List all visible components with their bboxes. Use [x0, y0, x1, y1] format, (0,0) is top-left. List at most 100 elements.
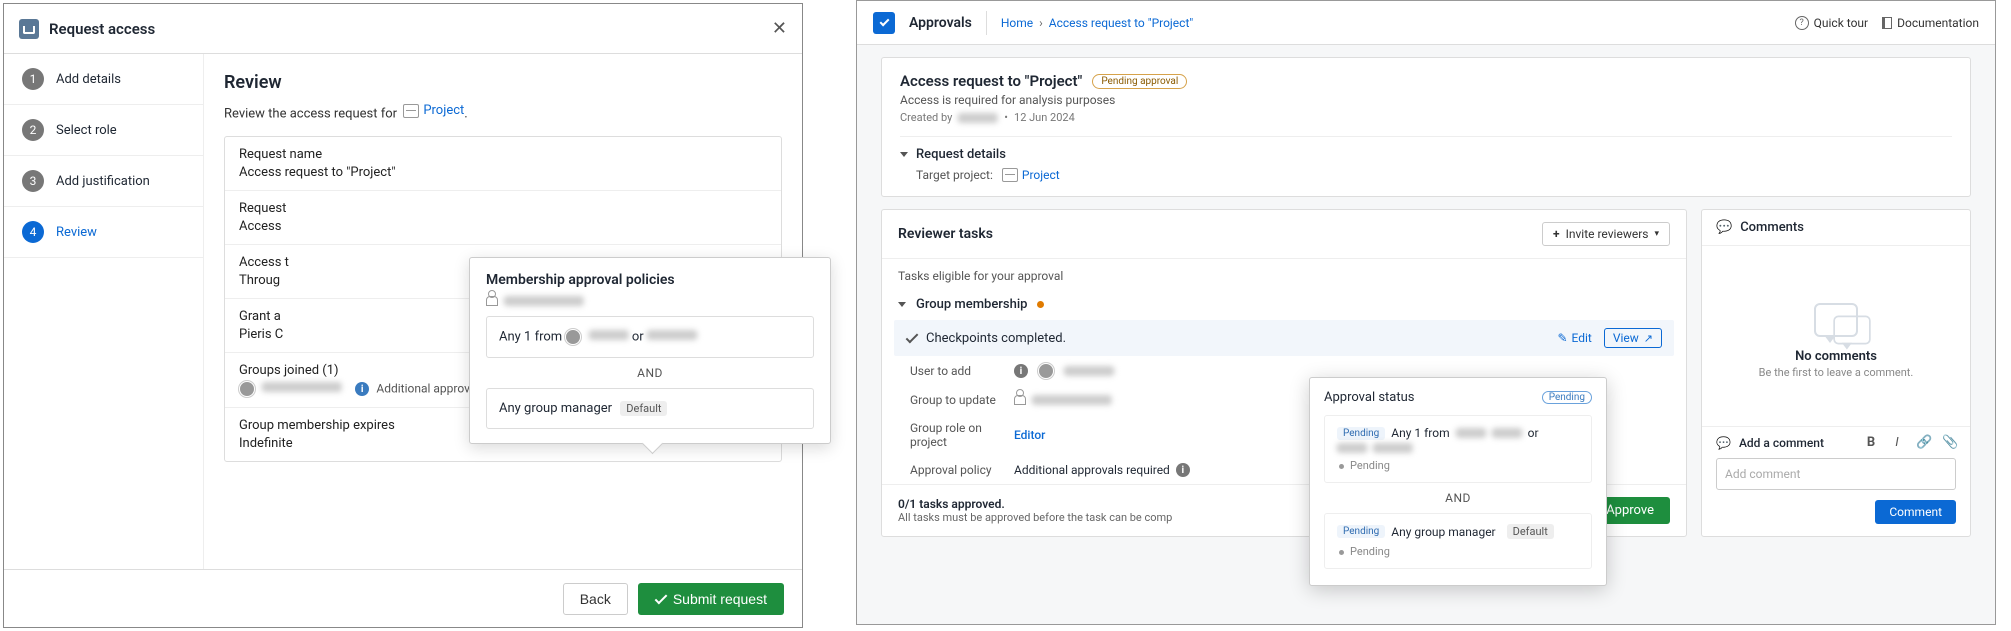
pending-tag: Pending: [1337, 525, 1385, 538]
comment-button[interactable]: Comment: [1875, 500, 1956, 524]
status-dot-icon: [1037, 301, 1044, 308]
invite-reviewers-button[interactable]: + Invite reviewers ▾: [1542, 222, 1670, 246]
dialog-title: Request access: [49, 20, 155, 38]
lock-icon: [19, 19, 39, 39]
popover-title: Membership approval policies: [486, 272, 814, 288]
approvals-app: Approvals Home › Access request to "Proj…: [856, 0, 1996, 625]
target-project-link[interactable]: Project: [1022, 168, 1060, 182]
italic-icon[interactable]: I: [1890, 435, 1904, 450]
approval-status-popover: Approval status Pending Pending Any 1 fr…: [1309, 377, 1607, 586]
avatar: [1038, 363, 1054, 379]
project-icon: [403, 104, 419, 118]
avatar: [565, 329, 581, 345]
comments-panel: 💬 Comments No comments Be the first to l…: [1701, 209, 1971, 537]
redacted-text: [1456, 428, 1486, 438]
comment-icon: 💬: [1716, 220, 1732, 235]
wizard-steps: 1 Add details 2 Select role 3 Add justif…: [4, 54, 204, 569]
comment-input[interactable]: Add comment: [1716, 458, 1956, 490]
step-label: Select role: [56, 123, 117, 138]
people-icon: [1014, 395, 1026, 405]
pending-label: Pending: [1350, 459, 1390, 472]
no-comments-label: No comments: [1795, 349, 1877, 364]
reviewer-tasks-heading: Reviewer tasks: [898, 226, 993, 242]
link-icon[interactable]: 🔗: [1916, 435, 1930, 450]
plus-icon: +: [1553, 227, 1560, 241]
step-add-justification[interactable]: 3 Add justification: [4, 156, 203, 207]
popover-group-link[interactable]: [486, 296, 814, 306]
project-chip[interactable]: Project: [403, 103, 464, 118]
project-link[interactable]: Project: [423, 103, 464, 118]
breadcrumb: Home › Access request to "Project": [1001, 16, 1193, 30]
people-icon: [486, 296, 498, 306]
back-button[interactable]: Back: [563, 583, 628, 615]
chevron-down-icon: ▾: [1654, 229, 1659, 239]
request-subtitle: Access is required for analysis purposes: [900, 93, 1952, 107]
approved-count: 0/1 tasks approved.: [898, 497, 1172, 511]
step-add-details[interactable]: 1 Add details: [4, 54, 203, 105]
request-details-toggle[interactable]: Request details: [900, 136, 1952, 162]
breadcrumb-page[interactable]: Access request to "Project": [1049, 16, 1193, 30]
app-title: Approvals: [909, 15, 972, 31]
info-icon[interactable]: i: [355, 382, 369, 396]
step-label: Add details: [56, 72, 121, 87]
quick-tour-link[interactable]: ? Quick tour: [1795, 16, 1868, 30]
step-label: Review: [56, 225, 97, 240]
dialog-header: Request access ✕: [4, 4, 802, 54]
redacted-text: [1032, 395, 1112, 405]
submit-request-button[interactable]: Submit request: [638, 583, 784, 615]
redacted-text: [1337, 443, 1367, 453]
default-tag: Default: [1507, 524, 1554, 539]
editor-role-link[interactable]: Editor: [1014, 428, 1045, 442]
breadcrumb-home[interactable]: Home: [1001, 16, 1033, 30]
review-heading: Review: [224, 72, 782, 93]
redacted-text: [1492, 428, 1522, 438]
page-title: Access request to "Project": [900, 72, 1082, 90]
close-icon[interactable]: ✕: [772, 18, 787, 39]
app-header: Approvals Home › Access request to "Proj…: [857, 1, 1995, 45]
redacted-text: [958, 113, 998, 123]
documentation-link[interactable]: Documentation: [1882, 16, 1979, 30]
request-meta: Created by • 12 Jun 2024: [900, 111, 1952, 124]
attachment-icon[interactable]: 📎: [1942, 435, 1956, 450]
approval-status-title: Approval status: [1324, 390, 1415, 405]
created-date: 12 Jun 2024: [1014, 111, 1075, 124]
info-icon[interactable]: i: [1014, 364, 1028, 378]
info-icon[interactable]: i: [1176, 463, 1190, 477]
chevron-down-icon: [898, 302, 906, 307]
step-label: Add justification: [56, 174, 150, 189]
check-icon: [906, 331, 919, 344]
add-comment-icon: 💬: [1716, 436, 1731, 450]
pencil-icon: ✎: [1557, 331, 1567, 345]
target-project-chip[interactable]: Project: [1002, 168, 1060, 182]
pending-label: Pending: [1350, 545, 1390, 558]
edit-button[interactable]: ✎ Edit: [1557, 331, 1591, 345]
dialog-footer: Back Submit request: [4, 569, 802, 627]
pending-tag: Pending: [1337, 427, 1385, 440]
help-icon: ?: [1795, 16, 1809, 30]
view-button[interactable]: View ↗: [1604, 328, 1662, 348]
redacted-text: [589, 330, 629, 340]
approval-rule-1: Pending Any 1 from or Pending: [1324, 415, 1592, 483]
request-access-dialog: Request access ✕ 1 Add details 2 Select …: [3, 3, 803, 628]
external-link-icon: ↗: [1644, 332, 1653, 345]
step-select-role[interactable]: 2 Select role: [4, 105, 203, 156]
checkpoints-row: Checkpoints completed. ✎ Edit View ↗: [894, 320, 1674, 356]
redacted-text: [1064, 366, 1114, 376]
review-content: Review Review the access request for Pro…: [204, 54, 802, 569]
approval-policies-popover: Membership approval policies Any 1 from …: [469, 257, 831, 444]
pending-badge: Pending: [1542, 391, 1592, 404]
redacted-text: [504, 296, 584, 306]
status-badge: Pending approval: [1092, 74, 1187, 89]
chevron-right-icon: ›: [1039, 16, 1043, 30]
step-review[interactable]: 4 Review: [4, 207, 203, 258]
redacted-text: [647, 330, 697, 340]
speech-bubble-icon: [1833, 316, 1870, 345]
review-subtitle: Review the access request for Project .: [224, 103, 782, 122]
task-group-row[interactable]: Group membership: [882, 289, 1686, 320]
approved-hint: All tasks must be approved before the ta…: [898, 511, 1172, 524]
chevron-down-icon: [900, 152, 908, 157]
request-summary-card: Access request to "Project" Pending appr…: [881, 57, 1971, 197]
bold-icon[interactable]: B: [1864, 435, 1878, 450]
avatar: [239, 381, 255, 397]
document-icon: [1882, 17, 1892, 29]
